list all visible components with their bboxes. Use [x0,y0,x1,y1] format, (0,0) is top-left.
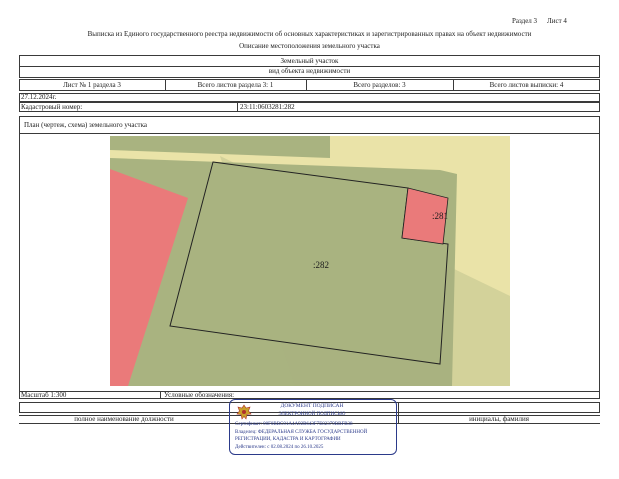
date-row [19,93,600,102]
sheet-label: Лист 4 [547,17,567,25]
stamp-owner-line1: Владелец: ФЕДЕРАЛЬНАЯ СЛУЖБА ГОСУДАРСТВЕ… [235,430,368,435]
scale-label: Масштаб 1:300 [21,391,67,399]
sheets-in-section: Всего листов раздела 3: 1 [197,81,274,89]
stamp-subtitle: ЭЛЕКТРОННОЙ ПОДПИСЬЮ [278,412,346,417]
legend-label: Условные обозначения: [164,391,235,399]
parcel-plan-map: :281 :282 [110,136,510,386]
emblem-icon [236,404,252,420]
position-caption: полное наименование должности [74,415,174,423]
sheet-number: Лист № 1 раздела 3 [63,81,121,89]
stamp-title: ДОКУМЕНТ ПОДПИСАН [280,403,344,409]
cadastral-row [19,102,600,112]
object-type-caption: вид объекта недвижимости [268,67,351,75]
stamp-certificate: Сертификат: 00F0BBC01A4A92B643F7E82379BB… [235,422,353,427]
parcel-282-label: :282 [313,260,329,270]
divider [160,391,161,399]
divider [237,102,238,112]
document-subtitle: Описание местоположения земельного участ… [239,42,380,50]
name-caption: инициалы, фамилия [469,415,529,423]
section-label: Раздел 3 [512,17,538,25]
parcel-281-label: :281 [432,211,448,221]
sheets-total: Всего листов выписки: 4 [489,81,564,89]
object-type: Земельный участок [280,57,339,65]
divider [19,391,600,392]
plan-title: План (чертеж, схема) земельного участка [24,121,148,129]
date: 27.12.2024г. [21,93,57,101]
cadastral-number: 23:11:0603281:282 [240,103,295,111]
document-title: Выписка из Единого государственного реес… [87,30,532,38]
electronic-signature-stamp: ДОКУМЕНТ ПОДПИСАН ЭЛЕКТРОННОЙ ПОДПИСЬЮ С… [229,399,397,455]
divider [19,133,600,134]
cadastral-label: Кадастровый номер: [21,103,83,111]
sections-total: Всего разделов: 3 [353,81,406,89]
stamp-validity: Действителен: с 02.08.2024 по 26.10.2025 [235,445,324,450]
stamp-owner-line2: РЕГИСТРАЦИИ, КАДАСТРА И КАРТОГРАФИИ [235,437,341,442]
